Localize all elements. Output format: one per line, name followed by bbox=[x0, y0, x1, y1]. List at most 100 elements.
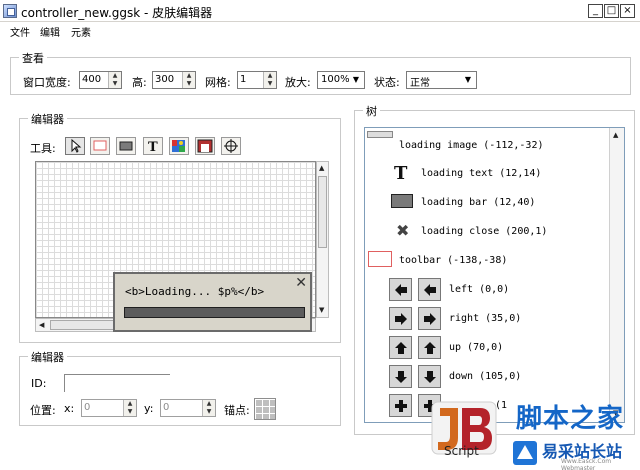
grid-value: 1 bbox=[240, 74, 247, 85]
menu-file[interactable]: 文件 bbox=[10, 24, 30, 39]
id-input[interactable] bbox=[64, 374, 170, 392]
properties-group-title: 编辑器 bbox=[28, 349, 67, 365]
canvas-vertical-scrollbar[interactable]: ▲ ▼ bbox=[316, 161, 329, 318]
zoom-value: 100% bbox=[321, 74, 350, 85]
rectangle-tool-button[interactable] bbox=[90, 137, 110, 155]
anchor-label: 锚点: bbox=[224, 404, 250, 417]
tree-item[interactable]: right (35,0) bbox=[365, 305, 610, 333]
tree-item[interactable]: loading bar (12,40) bbox=[365, 189, 610, 217]
image-icon bbox=[367, 131, 393, 138]
tree-item[interactable]: down (105,0) bbox=[365, 363, 610, 391]
arrow-down-icon bbox=[418, 365, 441, 388]
watermark-title: 脚本之家 bbox=[516, 404, 625, 434]
x-position-spinner[interactable]: 0 ▲ ▼ bbox=[81, 399, 137, 417]
tree-item[interactable]: ✖ loading close (200,1) bbox=[365, 218, 610, 246]
title-bar: controller_new.ggsk - 皮肤编辑器 _ □ × bbox=[0, 0, 640, 22]
grid-spinner[interactable]: 1 ▲ ▼ bbox=[237, 71, 277, 89]
tree-scrollbar[interactable]: ▲ ▼ bbox=[609, 128, 624, 422]
close-icon[interactable]: ✕ bbox=[295, 275, 307, 291]
zoom-in-icon bbox=[389, 394, 412, 417]
state-select[interactable]: 正常 ▼ bbox=[406, 71, 477, 89]
tree-item[interactable]: T loading text (12,14) bbox=[365, 160, 610, 188]
text-tool-button[interactable]: T bbox=[143, 137, 163, 155]
crosshair-tool-button[interactable] bbox=[221, 137, 241, 155]
editor-group-title: 编辑器 bbox=[28, 111, 67, 127]
x-label: x: bbox=[64, 402, 75, 415]
arrow-up-icon bbox=[418, 336, 441, 359]
tree-item-label: left (0,0) bbox=[449, 284, 510, 295]
tree-item-label: loading bar (12,40) bbox=[421, 197, 536, 208]
scroll-up-arrow[interactable]: ▲ bbox=[613, 131, 618, 139]
site-logo-icon bbox=[513, 441, 537, 465]
scroll-up-arrow[interactable]: ▲ bbox=[319, 164, 324, 172]
button-image-icon bbox=[197, 139, 213, 153]
logo-script-text: Script bbox=[444, 444, 479, 458]
button-image-tool-button[interactable] bbox=[195, 137, 215, 155]
arrow-up-icon bbox=[389, 336, 412, 359]
arrow-right-icon bbox=[418, 307, 441, 330]
image-tool-button[interactable] bbox=[169, 137, 189, 155]
chevron-down-icon[interactable]: ▼ bbox=[461, 73, 475, 87]
zoom-label: 放大: bbox=[285, 76, 311, 89]
image-icon bbox=[172, 140, 185, 152]
menu-edit[interactable]: 编辑 bbox=[40, 24, 60, 39]
height-label: 高: bbox=[132, 76, 147, 89]
menu-elements[interactable]: 元素 bbox=[71, 24, 91, 39]
state-label: 状态: bbox=[374, 76, 400, 89]
x-position-value: 0 bbox=[84, 402, 91, 413]
chevron-down-icon[interactable]: ▼ bbox=[349, 73, 363, 87]
text-icon: T bbox=[148, 140, 158, 155]
scroll-left-arrow[interactable]: ◀ bbox=[39, 321, 44, 329]
pointer-icon bbox=[71, 138, 82, 153]
tree-item[interactable]: loading image (-112,-32) bbox=[365, 131, 610, 159]
y-position-value: 0 bbox=[163, 402, 170, 413]
window-width-value: 400 bbox=[82, 74, 102, 85]
arrow-down-icon bbox=[389, 365, 412, 388]
rectangle-icon bbox=[368, 251, 392, 267]
minimize-button[interactable]: _ bbox=[588, 4, 603, 18]
height-spinner[interactable]: 300 ▲ ▼ bbox=[152, 71, 196, 89]
scroll-down-arrow[interactable]: ▼ bbox=[319, 306, 324, 314]
filled-rectangle-tool-button[interactable] bbox=[116, 137, 136, 155]
loading-preview-panel[interactable]: <b>Loading... $p%</b> ✕ bbox=[113, 272, 312, 332]
arrow-left-icon bbox=[389, 278, 412, 301]
tree-item[interactable]: toolbar (-138,-38) bbox=[365, 247, 610, 275]
crosshair-icon bbox=[224, 139, 238, 153]
tree-item[interactable]: left (0,0) bbox=[365, 276, 610, 304]
zoom-select[interactable]: 100% ▼ bbox=[317, 71, 365, 89]
site-watermark: Script 脚本之家 易采站长站 Www.Easck.Com Webmaste… bbox=[430, 396, 640, 470]
tree-item-label: loading text (12,14) bbox=[421, 168, 542, 179]
tree-item[interactable]: up (70,0) bbox=[365, 334, 610, 362]
text-icon: T bbox=[394, 163, 408, 182]
bar-icon bbox=[391, 194, 413, 208]
position-label: 位置: bbox=[30, 404, 56, 417]
tools-label: 工具: bbox=[30, 142, 56, 155]
id-label: ID: bbox=[31, 377, 47, 390]
watermark-small-text: Www.Easck.Com Webmaster bbox=[561, 458, 612, 470]
svg-text:T: T bbox=[394, 163, 408, 182]
tree-item-label: up (70,0) bbox=[449, 342, 504, 353]
window-width-spinner[interactable]: 400 ▲ ▼ bbox=[79, 71, 122, 89]
tree-item-label: loading close (200,1) bbox=[421, 226, 548, 237]
view-group-title: 查看 bbox=[19, 50, 47, 66]
tree-item-label: right (35,0) bbox=[449, 313, 522, 324]
window-title: controller_new.ggsk - 皮肤编辑器 bbox=[21, 6, 213, 20]
y-position-spinner[interactable]: 0 ▲ ▼ bbox=[160, 399, 216, 417]
arrow-right-icon bbox=[389, 307, 412, 330]
tree-item-label: toolbar (-138,-38) bbox=[399, 255, 508, 266]
close-button[interactable]: × bbox=[620, 4, 635, 18]
anchor-grid-icon[interactable] bbox=[254, 398, 276, 420]
arrow-left-icon bbox=[418, 278, 441, 301]
y-label: y: bbox=[144, 402, 154, 415]
rectangle-icon bbox=[93, 140, 107, 151]
maximize-button[interactable]: □ bbox=[604, 4, 619, 18]
tree-view[interactable]: loading image (-112,-32) T loading text … bbox=[364, 127, 625, 423]
svg-text:T: T bbox=[148, 140, 158, 154]
filled-rectangle-icon bbox=[119, 141, 133, 151]
state-value: 正常 bbox=[410, 78, 430, 89]
scroll-thumb[interactable] bbox=[318, 176, 327, 248]
tree-group-title: 树 bbox=[363, 103, 380, 119]
pointer-tool-button[interactable] bbox=[65, 137, 85, 155]
close-icon: ✖ bbox=[396, 221, 410, 240]
tree-item-label: loading image (-112,-32) bbox=[399, 140, 544, 151]
